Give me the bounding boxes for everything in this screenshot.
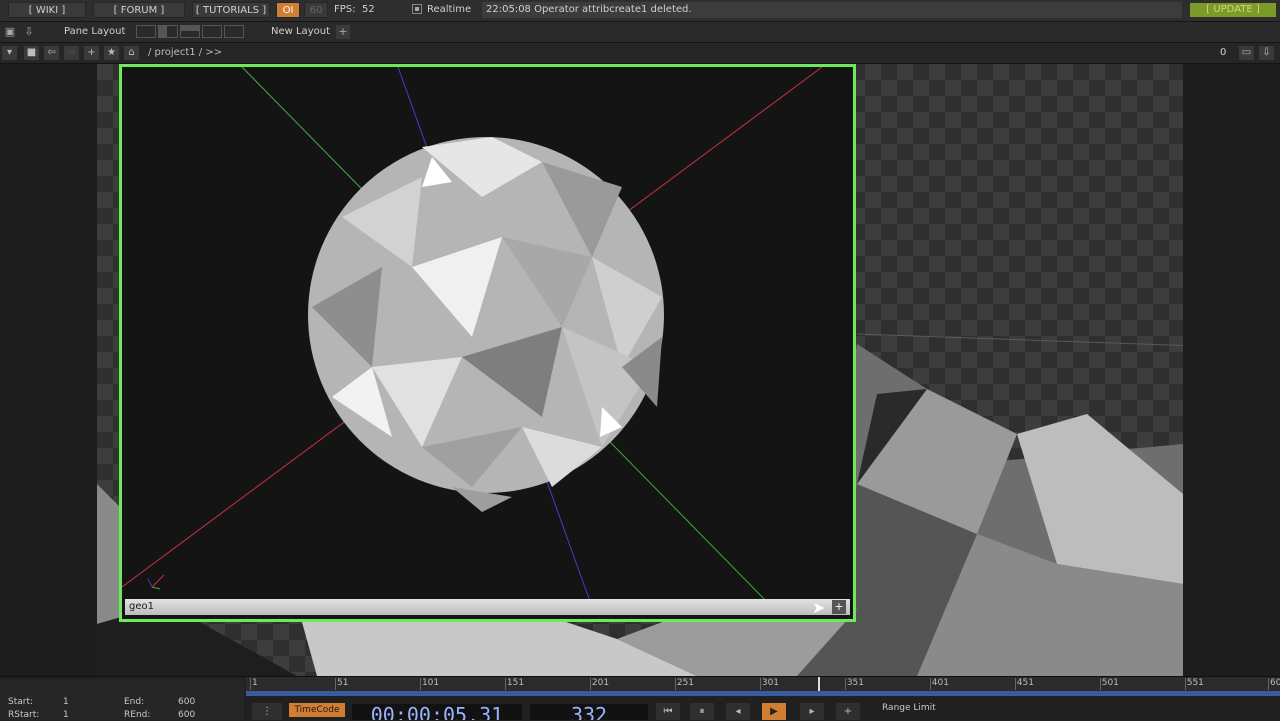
timeline-tick-mark (929, 678, 931, 690)
geo-viewer[interactable] (119, 64, 856, 622)
pane-scroll-icon[interactable]: ⇩ (1259, 46, 1274, 60)
fps-target-button[interactable]: 60 (304, 2, 328, 18)
timeline-tick-mark (504, 678, 506, 690)
chevron-down-icon[interactable]: ▾ (2, 46, 17, 60)
realtime-checkbox[interactable] (412, 4, 422, 14)
top-bar: [ WIKI ] [ FORUM ] [ TUTORIALS ] OI 60 F… (0, 0, 1280, 22)
low-poly-sphere (308, 137, 664, 512)
timeline-tick-mark (1099, 678, 1101, 690)
end-label: End: (124, 697, 145, 707)
star-icon[interactable]: ★ (104, 46, 119, 60)
axis-gizmo (147, 574, 165, 590)
add-key-icon[interactable]: + (836, 703, 860, 720)
status-message: 22:05:08 Operator attribcreate1 deleted. (482, 2, 1182, 18)
timecode-display[interactable]: 00:00:05.31 (352, 704, 522, 720)
frame-display[interactable]: 332 (530, 704, 648, 720)
start-label: Start: (8, 697, 34, 707)
forum-button[interactable]: [ FORUM ] (93, 2, 185, 18)
rstart-label: RStart: (8, 710, 40, 720)
pane-layout-label: Pane Layout (64, 26, 126, 37)
step-forward-icon[interactable]: ▸ (800, 703, 824, 720)
end-value[interactable]: 600 (178, 697, 195, 707)
wiki-button[interactable]: [ WIKI ] (8, 2, 86, 18)
timeline-tick-mark (1268, 678, 1269, 690)
timeline-tick-label: 551 (1186, 678, 1204, 688)
rend-value[interactable]: 600 (178, 710, 195, 720)
path-bar: ▾ ■ ⇦ ⇨ + ★ ⌂ / project1 / >> 0 ▭ ⇩ (0, 43, 1280, 64)
timeline-tick-label: 51 (336, 678, 349, 688)
fps-label: FPS: (334, 4, 356, 15)
oi-button[interactable]: OI (276, 2, 300, 18)
step-back-icon[interactable]: ◂ (726, 703, 750, 720)
pause-icon[interactable]: ⏸ (690, 703, 714, 720)
forward-arrow-icon[interactable]: ⇨ (64, 46, 79, 60)
rstart-value[interactable]: 1 (63, 710, 69, 720)
timeline-menu-icon[interactable]: ⋮ (252, 703, 282, 720)
timeline-tick-mark (759, 678, 761, 690)
timeline-tick-mark (1184, 678, 1186, 690)
home-icon[interactable]: ⌂ (124, 46, 139, 60)
range-limit-label[interactable]: Range Limit (882, 703, 936, 713)
rend-label: REnd: (124, 710, 151, 720)
timeline-tick-mark (419, 678, 421, 690)
update-button[interactable]: [ UPDATE ] (1190, 3, 1276, 17)
plus-icon[interactable]: + (84, 46, 99, 60)
fps-value: 52 (362, 4, 375, 15)
timeline-tick-label: 201 (591, 678, 610, 688)
pane-bar: ▣ ⇩ Pane Layout New Layout + (0, 22, 1280, 43)
layout-split-vertical-icon[interactable] (158, 25, 178, 38)
timeline-tick-label: 1 (252, 678, 258, 688)
timecode-button[interactable]: TimeCode (289, 703, 345, 717)
realtime-label: Realtime (427, 4, 472, 15)
timeline-tick-mark (674, 678, 676, 690)
node-plus-button[interactable]: + (832, 600, 846, 614)
stop-icon[interactable]: ■ (24, 46, 39, 60)
timeline-tick-label: 351 (846, 678, 864, 688)
path-counter: 0 (1220, 47, 1227, 58)
pane-download-icon[interactable]: ⇩ (22, 25, 36, 39)
timeline-tick-label: 501 (1101, 678, 1119, 688)
timeline-tick-mark (1014, 678, 1016, 690)
range-panel: Start: 1 End: 600 RStart: 1 REnd: 600 (0, 679, 244, 720)
timeline-tick-label: 301 (761, 678, 780, 688)
rewind-icon[interactable]: ⏮ (656, 703, 680, 720)
maximize-icon[interactable]: ▭ (1239, 46, 1254, 60)
new-layout-label[interactable]: New Layout (271, 24, 330, 40)
timeline-tick-label: 101 (421, 678, 440, 688)
cursor-arrow-icon: ➤ (812, 598, 826, 617)
layout-three-icon[interactable] (202, 25, 222, 38)
timeline-tick-label: 251 (676, 678, 695, 688)
tutorials-button[interactable]: [ TUTORIALS ] (192, 2, 270, 18)
timeline-tick-label: 401 (931, 678, 949, 688)
layout-split-horizontal-icon[interactable] (180, 25, 200, 38)
add-layout-button[interactable]: + (336, 25, 350, 39)
viewer-3d-scene[interactable] (122, 67, 853, 619)
layout-four-icon[interactable] (224, 25, 244, 38)
layout-single-icon[interactable] (136, 25, 156, 38)
timeline-tick-label: 451 (1016, 678, 1034, 688)
timeline-tick-label: 600 (1270, 678, 1280, 688)
pane-picture-icon[interactable]: ▣ (3, 25, 17, 39)
node-name[interactable]: geo1 (129, 601, 154, 613)
timeline-tick-mark (334, 678, 336, 690)
play-icon[interactable]: ▶ (762, 703, 786, 720)
timeline-range-bar[interactable] (246, 691, 1280, 696)
timeline-tick-mark (844, 678, 846, 690)
back-arrow-icon[interactable]: ⇦ (44, 46, 59, 60)
playhead[interactable] (818, 677, 820, 691)
timeline-tick-label: 151 (506, 678, 525, 688)
timeline-tick-mark (250, 678, 251, 690)
network-path[interactable]: / project1 / >> (148, 45, 222, 61)
node-title-bar[interactable] (125, 599, 850, 615)
timeline-tick-mark (589, 678, 591, 690)
start-value[interactable]: 1 (63, 697, 69, 707)
